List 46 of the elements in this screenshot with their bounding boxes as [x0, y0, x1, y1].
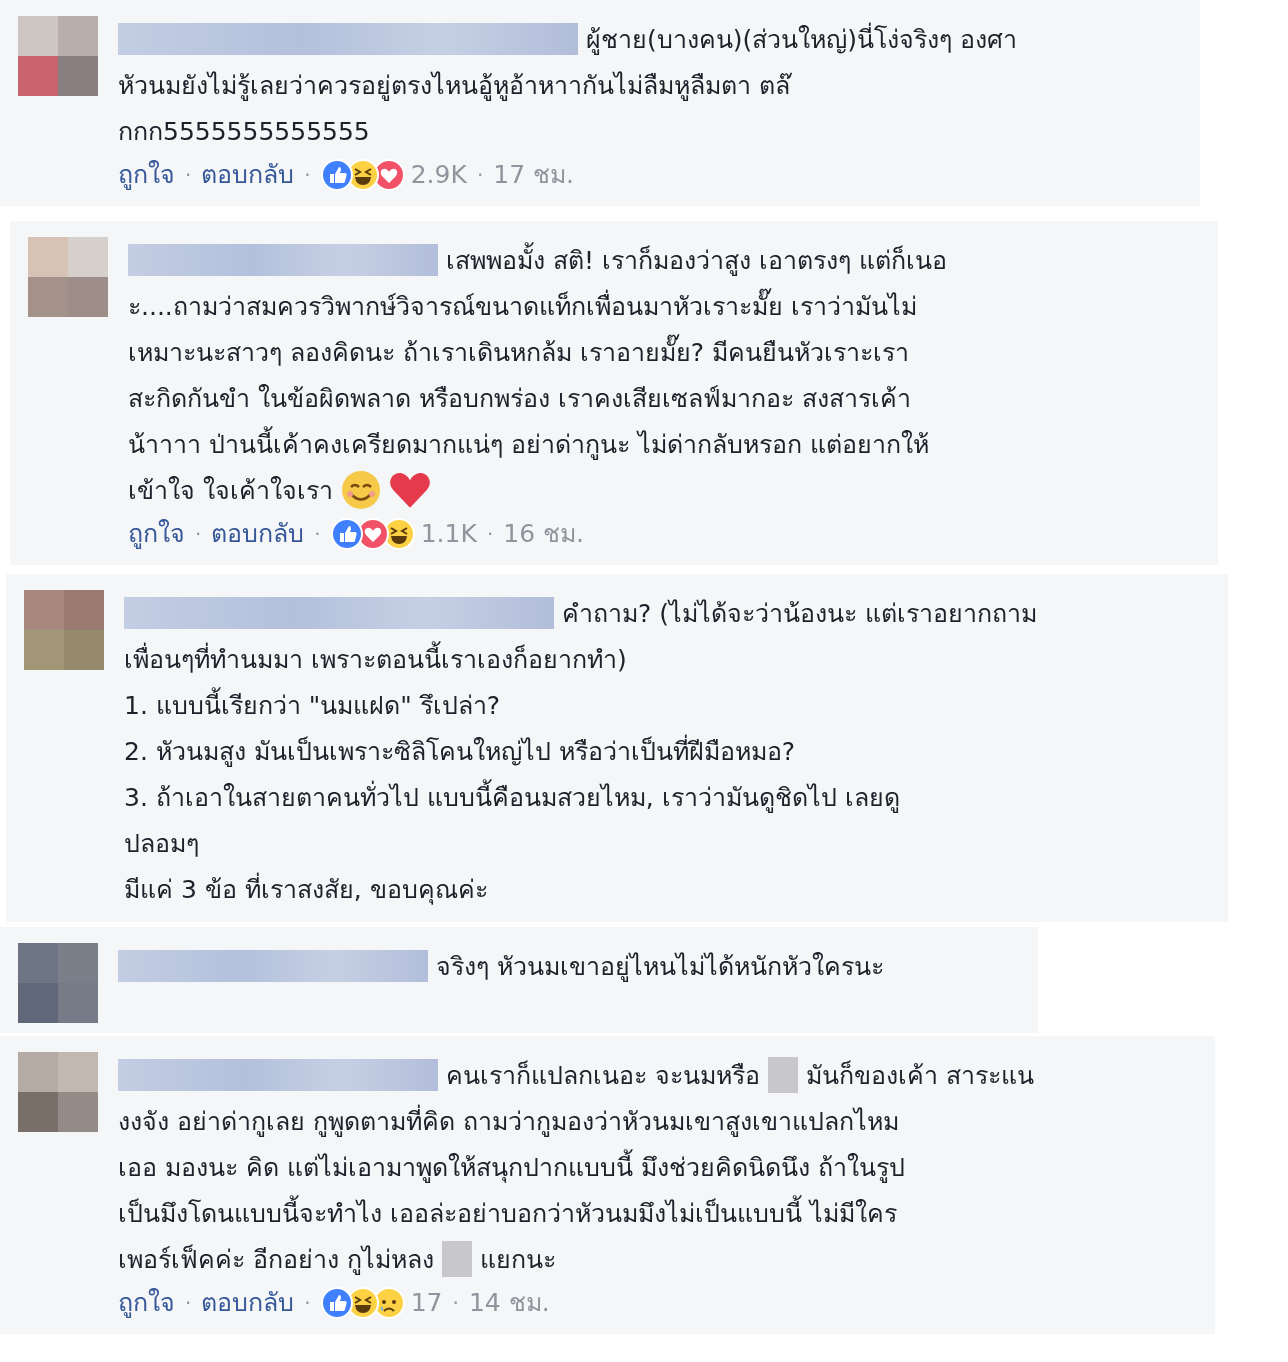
comment-text: ปลอมๆ: [124, 828, 199, 860]
reply-link[interactable]: ตอบกลับ: [201, 154, 295, 196]
redaction-block: [767, 1057, 798, 1093]
separator-dot: ·: [304, 1290, 311, 1317]
separator-dot: ·: [476, 162, 484, 189]
separator-dot: ·: [195, 521, 202, 548]
comment-text: เข้าใจ ใจเค้าใจเรา: [128, 475, 333, 507]
thumbs-up-icon[interactable]: [330, 518, 363, 550]
like-link[interactable]: ถูกใจ: [118, 154, 175, 196]
separator-dot: ·: [185, 1290, 192, 1317]
comment-text: แยกนะ: [479, 1244, 556, 1276]
redaction-block: [441, 1241, 472, 1277]
heart-icon: [388, 471, 431, 509]
reply-link[interactable]: ตอบกลับ: [211, 513, 305, 555]
comment-text: มันก็ของเค้า สาระแน: [805, 1059, 1034, 1092]
comment-text: กกก5555555555555: [118, 116, 370, 148]
comment-text: ผู้ชาย(บางคน)(ส่วนใหญ่)นี่โง่จริงๆ องศา: [586, 19, 1017, 59]
separator-dot: ·: [304, 162, 311, 189]
comment-text: 2. หัวนมสูง มันเป็นเพราะซิลิโคนใหญ่ไป หรือว่าเป็นที่ฝีมือหมอ?: [124, 731, 795, 771]
comment-text: คำถาม? (ไม่ได้จะว่าน้องนะ แต่เราอยากถาม: [562, 598, 1037, 630]
comment-text: 3. ถ้าเอาในสายตาคนทั่วไป แบบนี้คือนมสวยไหม, เราว่ามันดูชิดไป เลยดู: [124, 777, 900, 817]
separator-dot: ·: [314, 521, 321, 548]
reply-link[interactable]: ตอบกลับ: [201, 1282, 295, 1324]
like-link[interactable]: ถูกใจ: [128, 513, 185, 555]
comment-text: หัวนมยังไม่รู้เลยว่าควรอยู่ตรงไหนอู้หูอ้าหาากันไม่ลืมหูลืมตา ตล๊: [118, 70, 790, 103]
comment-text: มีแค่ 3 ข้อ ที่เราสงสัย, ขอบคุณค่ะ: [124, 869, 488, 909]
comment-text: สะกิดกันขำ ในข้อผิดพลาด หรือบกพร่อง เราคงเสียเซลฟ์มากอะ สงสารเค้า: [128, 383, 911, 415]
comment-text: จริงๆ หัวนมเขาอยู่ไหนไม่ได้หนักหัวใครนะ: [436, 951, 884, 984]
comment-text: เออ มองนะ คิด แต่ไม่เอามาพูดให้สนุกปากแบบนี้ มึงช่วยคิดนิดนึง ถ้าในรูป: [118, 1147, 905, 1187]
comment-text: เป็นมึงโดนแบบนี้จะทำไง เออล่ะอย่าบอกว่าหัวนมมึงไม่เป็นแบบนี้ ไม่มีใคร: [118, 1193, 897, 1233]
comment-text: เพื่อนๆที่ทำนมมา เพราะตอนนี้เราเองก็อยากทำ): [124, 639, 627, 679]
comment-text: เพอร์เฟ็คค่ะ อีกอย่าง กูไม่หลง: [118, 1243, 434, 1277]
smiley-icon: [340, 470, 381, 510]
separator-dot: ·: [486, 521, 494, 548]
comment-text: งงจัง อย่าด่ากูเลย กูพูดตามที่คิด ถามว่ากูมองว่าหัวนมเขาสูงเขาแปลกไหม: [118, 1101, 899, 1141]
thumbs-up-icon[interactable]: [320, 159, 353, 191]
comment-text: คนเราก็แปลกเนอะ จะนมหรือ: [446, 1059, 760, 1092]
separator-dot: ·: [452, 1290, 459, 1317]
comment-text: น้าาาา ป่านนี้เค้าคงเครียดมากแน่ๆ อย่าด่ากูนะ ไม่ด่ากลับหรอก แต่อยากให้: [128, 424, 929, 464]
comment-text: 1. แบบนี้เรียกว่า "นมแฝด" รึเปล่า?: [124, 685, 500, 725]
like-link[interactable]: ถูกใจ: [118, 1282, 175, 1324]
comment-text: ะ....ถามว่าสมควรวิพากษ์วิจารณ์ขนาดแท็กเพื่อนมาหัวเราะมั๊ย เราว่ามันไม่: [128, 286, 917, 326]
thumbs-up-icon[interactable]: [320, 1287, 353, 1319]
separator-dot: ·: [185, 162, 192, 189]
comment-text: เสพพอมั้ง สติ! เราก็มองว่าสูง เอาตรงๆ แต่ก็เนอ: [446, 240, 947, 280]
comment-text: เหมาะนะสาวๆ ลองคิดนะ ถ้าเราเดินหกล้ม เราอายมั๊ย? มีคนยืนหัวเราะเรา: [128, 332, 910, 372]
